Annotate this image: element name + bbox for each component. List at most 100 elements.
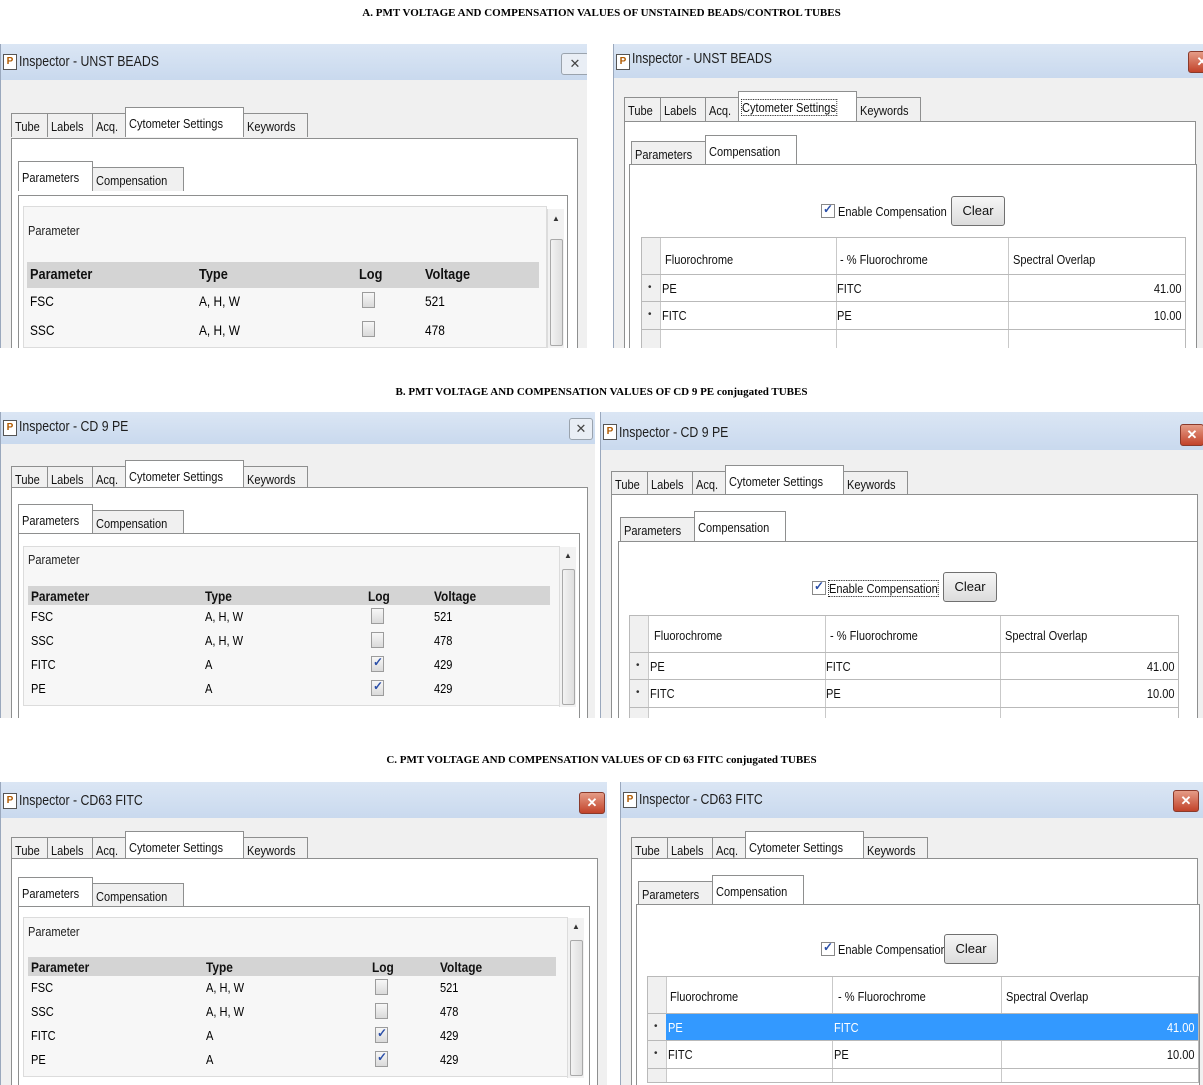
scroll-up-icon[interactable]: ▲ — [552, 214, 560, 223]
tab-acq[interactable]: Acq. — [692, 471, 727, 495]
tab-cytometer-settings[interactable]: Cytometer Settings — [745, 831, 865, 861]
tab-labels[interactable]: Labels — [47, 113, 94, 137]
subtab-compensation[interactable]: Compensation — [92, 167, 185, 191]
col-log: Log — [372, 959, 394, 975]
log-checkbox[interactable] — [362, 321, 375, 337]
subtab-parameters[interactable]: Parameters — [620, 517, 696, 541]
table-row[interactable]: • FITC PE 10.00 — [630, 679, 1178, 708]
parameter-type: A, H, W — [199, 322, 240, 338]
spectral-overlap-value[interactable]: 10.00 — [1142, 686, 1175, 701]
table-row-selected[interactable]: • PE FITC 41.00 — [648, 1013, 1198, 1041]
subtab-parameters[interactable]: Parameters — [638, 881, 714, 905]
spectral-overlap-value[interactable]: 10.00 — [1162, 1047, 1195, 1062]
tab-keywords[interactable]: Keywords — [843, 471, 909, 495]
log-checkbox[interactable] — [371, 632, 384, 648]
clear-button[interactable]: Clear — [951, 196, 1005, 226]
voltage-value[interactable]: 521 — [425, 293, 445, 309]
log-checkbox[interactable] — [371, 608, 384, 624]
vertical-scrollbar[interactable]: ▲ — [559, 547, 576, 707]
close-icon[interactable]: ✕ — [1173, 790, 1199, 812]
tab-strip: Tube Labels Acq. Cytometer Settings Keyw… — [11, 831, 309, 861]
close-icon[interactable]: ✕ — [569, 418, 593, 440]
window-title: Inspector - CD 9 PE — [619, 424, 729, 441]
subtab-compensation[interactable]: Compensation — [712, 875, 805, 905]
tab-acq[interactable]: Acq. — [705, 97, 740, 121]
voltage-value[interactable]: 429 — [434, 657, 452, 672]
voltage-value[interactable]: 478 — [440, 1004, 458, 1019]
voltage-value[interactable]: 429 — [434, 681, 452, 696]
enable-compensation-checkbox[interactable]: Enable Compensation — [821, 202, 966, 219]
close-icon[interactable]: ✕ — [579, 792, 605, 814]
tab-cytometer-settings[interactable]: Cytometer Settings — [738, 91, 858, 121]
clear-button[interactable]: Clear — [944, 934, 998, 964]
vertical-scrollbar[interactable]: ▲ — [547, 209, 564, 348]
spectral-overlap-value[interactable]: 10.00 — [1149, 308, 1182, 323]
compensation-table: Fluorochrome - % Fluorochrome Spectral O… — [641, 237, 1186, 348]
subtab-parameters[interactable]: Parameters — [631, 141, 707, 165]
spectral-overlap-value[interactable]: 41.00 — [1149, 281, 1182, 296]
title-bar[interactable]: P Inspector - CD63 FITC ✕ — [621, 782, 1203, 818]
voltage-value[interactable]: 521 — [440, 980, 458, 995]
spectral-overlap-value[interactable]: 41.00 — [1142, 659, 1175, 674]
window-title: Inspector - CD 9 PE — [19, 418, 129, 435]
scroll-up-icon[interactable]: ▲ — [572, 922, 580, 931]
title-bar[interactable]: P Inspector - UNST BEADS ✕ — [1, 44, 587, 80]
voltage-value[interactable]: 521 — [434, 609, 452, 624]
log-checkbox[interactable] — [375, 979, 388, 995]
voltage-value[interactable]: 429 — [440, 1028, 458, 1043]
tab-tube[interactable]: Tube — [11, 113, 49, 137]
tab-cytometer-settings[interactable]: Cytometer Settings — [125, 107, 245, 137]
log-checkbox[interactable] — [362, 292, 375, 308]
vertical-scrollbar[interactable]: ▲ — [567, 918, 584, 1078]
title-bar[interactable]: P Inspector - UNST BEADS ✕ — [614, 44, 1203, 78]
checkmark-icon[interactable] — [821, 202, 835, 218]
voltage-value[interactable]: 478 — [425, 322, 445, 338]
voltage-value[interactable]: 478 — [434, 633, 452, 648]
subtab-parameters[interactable]: Parameters — [18, 877, 94, 907]
log-checkbox[interactable] — [371, 655, 384, 672]
scroll-up-icon[interactable]: ▲ — [564, 551, 572, 560]
log-checkbox[interactable] — [375, 1050, 388, 1067]
scroll-thumb[interactable] — [570, 940, 583, 1076]
tab-tube[interactable]: Tube — [611, 471, 649, 495]
title-bar[interactable]: P Inspector - CD 9 PE ✕ — [601, 412, 1203, 450]
scroll-thumb[interactable] — [562, 569, 575, 705]
clear-button[interactable]: Clear — [943, 572, 997, 602]
tab-cytometer-settings[interactable]: Cytometer Settings — [725, 465, 845, 495]
title-bar[interactable]: P Inspector - CD63 FITC ✕ — [1, 782, 607, 818]
table-row[interactable]: • PE FITC 41.00 — [642, 274, 1185, 302]
tab-keywords[interactable]: Keywords — [243, 113, 309, 137]
tab-labels[interactable]: Labels — [647, 471, 694, 495]
checkmark-icon[interactable] — [821, 940, 835, 956]
inspector-icon: P — [623, 792, 637, 808]
table-row[interactable]: • FITC PE 10.00 — [648, 1040, 1198, 1069]
subtab-compensation[interactable]: Compensation — [92, 510, 185, 534]
close-icon[interactable]: ✕ — [1180, 424, 1203, 446]
table-row[interactable]: • FITC PE 10.00 — [642, 301, 1185, 330]
voltage-value[interactable]: 429 — [440, 1052, 458, 1067]
enable-compensation-checkbox[interactable]: Enable Compensation — [812, 579, 957, 597]
col-type: Type — [199, 266, 228, 283]
subtab-compensation[interactable]: Compensation — [705, 135, 798, 165]
tab-acq[interactable]: Acq. — [92, 113, 127, 137]
scroll-thumb[interactable] — [550, 239, 563, 346]
tab-labels[interactable]: Labels — [660, 97, 707, 121]
close-icon[interactable]: ✕ — [561, 53, 587, 75]
tab-cytometer-settings[interactable]: Cytometer Settings — [125, 831, 245, 861]
spectral-overlap-value[interactable]: 41.00 — [1162, 1020, 1195, 1035]
subtab-compensation[interactable]: Compensation — [694, 511, 787, 541]
tab-tube[interactable]: Tube — [624, 97, 662, 121]
tab-cytometer-settings[interactable]: Cytometer Settings — [125, 460, 245, 490]
table-row[interactable]: • PE FITC 41.00 — [630, 652, 1178, 680]
subtab-parameters[interactable]: Parameters — [18, 161, 94, 191]
checkmark-icon[interactable] — [812, 579, 826, 595]
log-checkbox[interactable] — [375, 1003, 388, 1019]
close-icon[interactable]: ✕ — [1188, 51, 1203, 73]
title-bar[interactable]: P Inspector - CD 9 PE ✕ — [1, 412, 595, 444]
col-type: Type — [206, 959, 233, 975]
log-checkbox[interactable] — [371, 679, 384, 696]
log-checkbox[interactable] — [375, 1026, 388, 1043]
subtab-parameters[interactable]: Parameters — [18, 504, 94, 534]
subtab-compensation[interactable]: Compensation — [92, 883, 185, 907]
tab-keywords[interactable]: Keywords — [856, 97, 922, 121]
